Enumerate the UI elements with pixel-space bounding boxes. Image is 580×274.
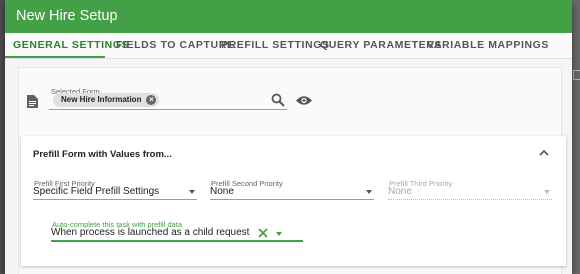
- eye-icon[interactable]: [296, 95, 312, 106]
- selected-form-chip-label: New Hire Information: [61, 95, 142, 104]
- selected-form-field[interactable]: New Hire Information ×: [49, 91, 287, 110]
- selected-form-chip[interactable]: New Hire Information ×: [53, 93, 160, 107]
- dialog-title: New Hire Setup: [5, 0, 572, 33]
- auto-complete-value: When process is launched as a child requ…: [51, 227, 250, 238]
- tab-bar: GENERAL SETTINGS FIELDS TO CAPTURE PREFI…: [5, 33, 572, 59]
- prefill-panel: Prefill Form with Values from... Prefill…: [21, 136, 566, 266]
- first-priority-value: Specific Field Prefill Settings: [33, 186, 160, 197]
- chevron-down-icon: [189, 190, 195, 194]
- chevron-up-icon[interactable]: [539, 149, 549, 156]
- form-icon: [27, 95, 38, 108]
- auto-complete-select[interactable]: When process is launched as a child requ…: [51, 225, 303, 242]
- second-priority-value: None: [210, 186, 234, 197]
- backdrop-right-edge: [572, 0, 580, 274]
- chip-remove-icon[interactable]: ×: [146, 95, 157, 105]
- chevron-down-icon: [366, 190, 372, 194]
- active-tab-indicator: [5, 56, 105, 58]
- tab-general-settings[interactable]: GENERAL SETTINGS: [13, 39, 129, 51]
- second-priority-select[interactable]: None: [210, 184, 374, 200]
- clear-icon[interactable]: [258, 228, 268, 238]
- tab-query-parameters[interactable]: QUERY PARAMETERS: [320, 39, 442, 51]
- tab-fields-to-capture[interactable]: FIELDS TO CAPTURE: [116, 39, 235, 51]
- search-icon[interactable]: [271, 93, 285, 107]
- third-priority-value: None: [388, 186, 412, 197]
- backdrop-window-icon: [573, 70, 580, 80]
- third-priority-select: None: [388, 184, 552, 200]
- tab-variable-mappings[interactable]: VARIABLE MAPPINGS: [427, 39, 549, 51]
- chevron-down-icon[interactable]: [276, 232, 282, 236]
- prefill-panel-title: Prefill Form with Values from...: [33, 149, 172, 160]
- new-hire-setup-dialog: New Hire Setup GENERAL SETTINGS FIELDS T…: [5, 0, 572, 274]
- tab-prefill-settings[interactable]: PREFILL SETTINGS: [221, 39, 330, 51]
- chevron-down-icon: [544, 190, 550, 194]
- first-priority-select[interactable]: Specific Field Prefill Settings: [33, 184, 197, 200]
